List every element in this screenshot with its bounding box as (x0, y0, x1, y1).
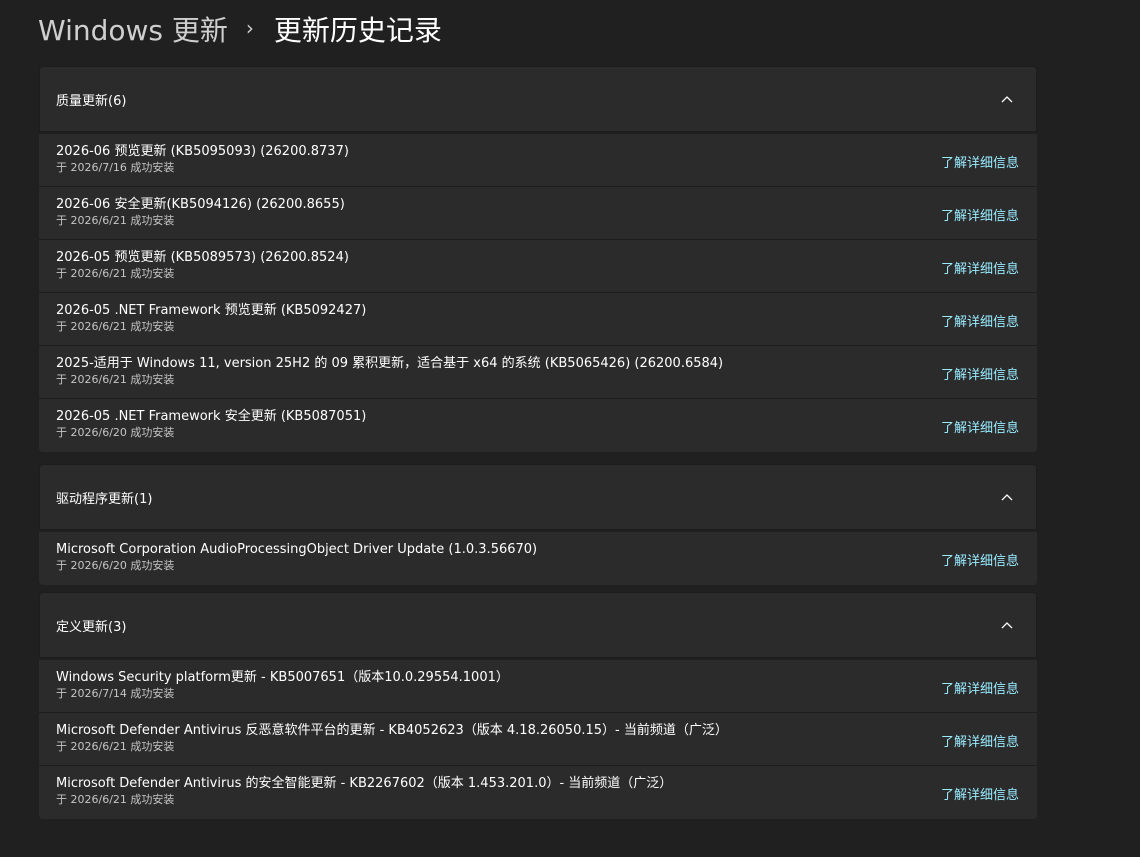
section-header-quality-updates[interactable]: 质量更新(6) (39, 66, 1037, 132)
install-date: 于 2026/6/20 成功安装 (56, 559, 175, 572)
update-list: 2026-06 预览更新 (KB5095093) (26200.8737) 于 … (39, 134, 1037, 452)
chevron-up-icon[interactable] (994, 612, 1020, 638)
learn-more-link[interactable]: 了解详细信息 (941, 364, 1019, 383)
install-date: 于 2026/6/21 成功安装 (56, 266, 175, 280)
update-title: 2026-05 预览更新 (KB5089573) (26200.8524) (56, 249, 349, 265)
learn-more-link[interactable]: 了解详细信息 (941, 311, 1019, 330)
settings-page: Windows 更新 › 更新历史记录 质量更新(6) 2026-06 预览更新… (0, 0, 1140, 857)
update-title: 2025-适用于 Windows 11, version 25H2 的 09 累… (56, 355, 724, 371)
install-date: 于 2026/6/21 成功安装 (56, 793, 175, 806)
section-title: 驱动程序更新(1) (56, 491, 153, 507)
section-quality-updates: 质量更新(6) 2026-06 预览更新 (KB5095093) (26200.… (39, 66, 1037, 452)
update-title: 2026-06 预览更新 (KB5095093) (26200.8737) (56, 143, 349, 159)
install-date: 于 2026/6/21 成功安装 (56, 319, 175, 333)
update-row: Microsoft Defender Antivirus 反恶意软件平台的更新 … (39, 713, 1037, 766)
update-row: 2025-适用于 Windows 11, version 25H2 的 09 累… (39, 346, 1037, 399)
learn-more-link[interactable]: 了解详细信息 (941, 731, 1019, 750)
chevron-up-icon[interactable] (994, 484, 1020, 510)
breadcrumb: Windows 更新 › 更新历史记录 (38, 8, 442, 50)
update-title: Microsoft Defender Antivirus 的安全智能更新 - K… (56, 776, 673, 791)
install-date: 于 2026/6/21 成功安装 (56, 739, 175, 753)
update-row: Windows Security platform更新 - KB5007651（… (39, 660, 1037, 713)
learn-more-link[interactable]: 了解详细信息 (941, 784, 1019, 803)
install-date: 于 2026/6/21 成功安装 (56, 372, 175, 386)
section-header-driver-updates[interactable]: 驱动程序更新(1) (39, 464, 1037, 530)
update-row: 2026-05 .NET Framework 安全更新 (KB5087051) … (39, 399, 1037, 452)
install-date: 于 2026/6/20 成功安装 (56, 426, 175, 439)
update-row: 2026-05 预览更新 (KB5089573) (26200.8524) 于 … (39, 240, 1037, 293)
section-title: 质量更新(6) (56, 93, 127, 109)
breadcrumb-chevron-right-icon: › (245, 16, 254, 40)
update-row: 2026-06 安全更新(KB5094126) (26200.8655) 于 2… (39, 187, 1037, 240)
update-title: 2026-06 安全更新(KB5094126) (26200.8655) (56, 196, 345, 212)
learn-more-link[interactable]: 了解详细信息 (941, 258, 1019, 277)
learn-more-link[interactable]: 了解详细信息 (941, 550, 1019, 569)
update-title: 2026-05 .NET Framework 安全更新 (KB5087051) (56, 409, 367, 424)
update-list: Windows Security platform更新 - KB5007651（… (39, 660, 1037, 819)
update-title: 2026-05 .NET Framework 预览更新 (KB5092427) (56, 302, 367, 318)
update-row: Microsoft Defender Antivirus 的安全智能更新 - K… (39, 766, 1037, 819)
section-title: 定义更新(3) (56, 619, 127, 635)
chevron-up-icon[interactable] (994, 86, 1020, 112)
update-list: Microsoft Corporation AudioProcessingObj… (39, 532, 1037, 585)
page-title: 更新历史记录 (273, 14, 442, 47)
breadcrumb-windows-update[interactable]: Windows 更新 (38, 9, 228, 49)
update-title: Microsoft Defender Antivirus 反恶意软件平台的更新 … (56, 722, 728, 738)
update-row: Microsoft Corporation AudioProcessingObj… (39, 532, 1037, 585)
install-date: 于 2026/6/21 成功安装 (56, 213, 175, 227)
learn-more-link[interactable]: 了解详细信息 (941, 417, 1019, 436)
update-title: Microsoft Corporation AudioProcessingObj… (56, 542, 538, 557)
section-header-definition-updates[interactable]: 定义更新(3) (39, 592, 1037, 658)
update-row: 2026-06 预览更新 (KB5095093) (26200.8737) 于 … (39, 134, 1037, 187)
learn-more-link[interactable]: 了解详细信息 (941, 205, 1019, 224)
update-row: 2026-05 .NET Framework 预览更新 (KB5092427) … (39, 293, 1037, 346)
update-title: Windows Security platform更新 - KB5007651（… (56, 669, 509, 685)
section-driver-updates: 驱动程序更新(1) Microsoft Corporation AudioPro… (39, 464, 1037, 585)
install-date: 于 2026/7/16 成功安装 (56, 160, 175, 174)
learn-more-link[interactable]: 了解详细信息 (941, 678, 1019, 697)
section-definition-updates: 定义更新(3) Windows Security platform更新 - KB… (39, 592, 1037, 819)
install-date: 于 2026/7/14 成功安装 (56, 686, 175, 700)
learn-more-link[interactable]: 了解详细信息 (941, 152, 1019, 171)
